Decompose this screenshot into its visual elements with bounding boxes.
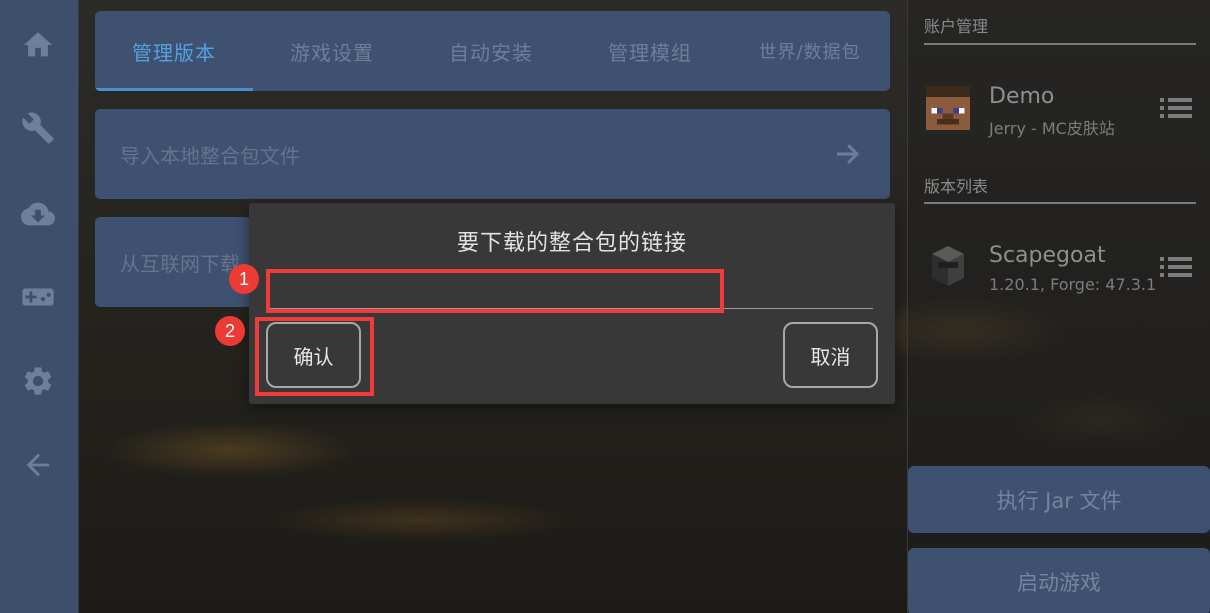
- account-divider: [924, 43, 1196, 45]
- cancel-button[interactable]: 取消: [783, 322, 878, 388]
- run-jar-button[interactable]: 执行 Jar 文件: [908, 466, 1210, 533]
- gamepad-icon: [22, 288, 54, 306]
- back-button[interactable]: [17, 444, 59, 486]
- import-local-modpack-card[interactable]: 导入本地整合包文件: [95, 109, 890, 199]
- home-button[interactable]: [17, 24, 59, 66]
- back-arrow-icon: [26, 453, 50, 477]
- player-avatar[interactable]: [926, 86, 970, 130]
- account-menu-icon[interactable]: [1160, 96, 1192, 120]
- dialog-title: 要下载的整合包的链接: [456, 231, 687, 256]
- version-divider: [924, 202, 1196, 204]
- wrench-icon: [22, 112, 54, 144]
- nav-rail: [0, 0, 79, 613]
- controls-button[interactable]: [17, 276, 59, 318]
- highlight-box-1: [266, 269, 724, 313]
- version-subtitle: 1.20.1, Forge: 47.3.1: [989, 275, 1157, 294]
- download-internet-label: 从互联网下载: [120, 251, 240, 276]
- highlight-box-2: [255, 317, 374, 396]
- import-local-label: 导入本地整合包文件: [120, 143, 300, 168]
- launch-game-button[interactable]: 启动游戏: [908, 548, 1210, 613]
- version-name: Scapegoat: [989, 243, 1106, 268]
- arrow-right-icon: [832, 139, 862, 169]
- tab-manage-mods[interactable]: 管理模组: [571, 11, 729, 91]
- settings-icon: [24, 367, 52, 395]
- account-subtitle: Jerry - MC皮肤站: [989, 119, 1115, 138]
- version-menu-icon[interactable]: [1160, 255, 1192, 279]
- home-icon: [23, 32, 53, 57]
- tools-button[interactable]: [17, 107, 59, 149]
- account-name: Demo: [989, 84, 1055, 109]
- cloud-download-icon: [21, 202, 55, 226]
- tab-game-settings[interactable]: 游戏设置: [253, 11, 411, 91]
- download-button[interactable]: [17, 193, 59, 235]
- tab-manage-version[interactable]: 管理版本: [95, 11, 253, 91]
- tab-auto-install[interactable]: 自动安装: [411, 11, 571, 91]
- step-badge-1: 1: [229, 264, 259, 294]
- account-section-label: 账户管理: [924, 17, 989, 36]
- forge-anvil-icon: [932, 246, 964, 286]
- settings-button[interactable]: [17, 360, 59, 402]
- step-badge-2: 2: [215, 316, 245, 346]
- version-section-label: 版本列表: [924, 177, 989, 196]
- tab-bar: 管理版本 游戏设置 自动安装 管理模组 世界/数据包: [95, 11, 890, 91]
- tab-worlds-datapacks[interactable]: 世界/数据包: [729, 11, 890, 91]
